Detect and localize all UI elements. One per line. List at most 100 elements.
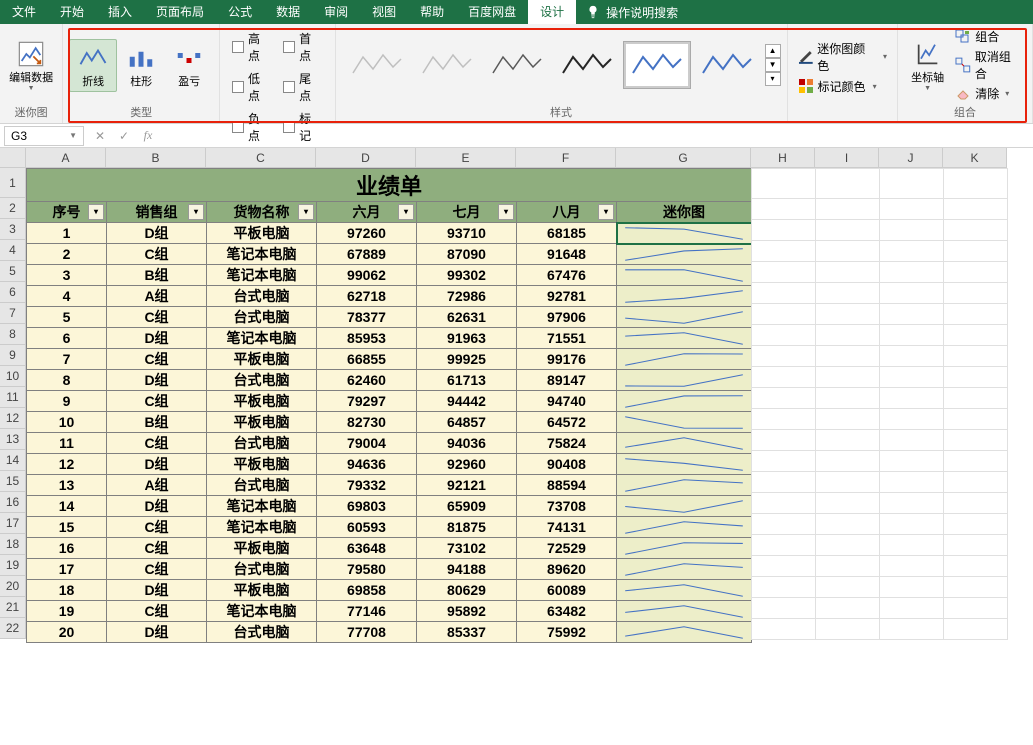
sparkline-cell[interactable] [617,265,752,286]
menu-tab-4[interactable]: 公式 [216,0,264,24]
row-header-12[interactable]: 12 [0,408,26,429]
gallery-up[interactable]: ▲ [765,44,781,58]
col-header-J[interactable]: J [879,148,943,168]
row-header-1[interactable]: 1 [0,168,26,198]
cancel-formula-button[interactable]: ✕ [88,129,112,143]
empty-cell[interactable] [944,199,1008,220]
empty-cell[interactable] [752,262,816,283]
filter-button[interactable]: ▾ [298,204,314,220]
empty-cell[interactable] [752,199,816,220]
empty-cell[interactable] [752,451,816,472]
group-button[interactable]: 组合 [955,28,1022,45]
empty-cell[interactable] [880,169,944,199]
empty-cell[interactable] [752,388,816,409]
empty-cell[interactable] [816,169,880,199]
col-header-I[interactable]: I [815,148,879,168]
empty-cell[interactable] [816,598,880,619]
sparkline-cell[interactable] [617,244,752,265]
empty-cell[interactable] [944,304,1008,325]
clear-button[interactable]: 清除▾ [955,85,1022,102]
style-option-1[interactable] [413,41,481,89]
empty-cell[interactable] [752,409,816,430]
menu-tab-5[interactable]: 数据 [264,0,312,24]
menu-tab-8[interactable]: 帮助 [408,0,456,24]
empty-cell[interactable] [944,430,1008,451]
empty-cell[interactable] [944,451,1008,472]
filter-button[interactable]: ▾ [188,204,204,220]
empty-cell[interactable] [880,514,944,535]
row-header-18[interactable]: 18 [0,534,26,555]
empty-cell[interactable] [880,262,944,283]
empty-cell[interactable] [752,514,816,535]
table-header[interactable]: 七月▾ [417,202,517,223]
table-header[interactable]: 销售组▾ [107,202,207,223]
checkbox-markers[interactable]: 标记 [283,110,322,144]
table-header[interactable]: 货物名称▾ [207,202,317,223]
sparkline-cell[interactable] [617,475,752,496]
col-header-F[interactable]: F [516,148,616,168]
empty-cell[interactable] [944,598,1008,619]
empty-cell[interactable] [752,535,816,556]
style-option-3[interactable] [553,41,621,89]
row-header-6[interactable]: 6 [0,282,26,303]
sparkline-cell[interactable] [617,328,752,349]
table-header[interactable]: 迷你图 [617,202,752,223]
sparkline-cell[interactable] [617,391,752,412]
empty-cell[interactable] [752,304,816,325]
empty-cell[interactable] [944,325,1008,346]
style-option-5[interactable] [693,41,761,89]
empty-cell[interactable] [944,619,1008,640]
row-header-22[interactable]: 22 [0,618,26,639]
empty-cell[interactable] [944,262,1008,283]
sparkline-cell[interactable] [617,601,752,622]
empty-cell[interactable] [816,388,880,409]
empty-cell[interactable] [816,262,880,283]
sparkline-cell[interactable] [617,433,752,454]
col-header-A[interactable]: A [26,148,106,168]
empty-cell[interactable] [880,199,944,220]
empty-cell[interactable] [816,514,880,535]
table-header[interactable]: 六月▾ [317,202,417,223]
empty-cell[interactable] [944,535,1008,556]
gallery-down[interactable]: ▼ [765,58,781,72]
row-header-17[interactable]: 17 [0,513,26,534]
sparkline-cell[interactable] [617,307,752,328]
tell-me-search[interactable]: 操作说明搜索 [576,4,688,21]
empty-cell[interactable] [752,577,816,598]
row-header-19[interactable]: 19 [0,555,26,576]
empty-cell[interactable] [880,577,944,598]
empty-cell[interactable] [880,220,944,241]
empty-cell[interactable] [816,346,880,367]
empty-cell[interactable] [880,304,944,325]
style-option-4[interactable] [623,41,691,89]
menu-tab-7[interactable]: 视图 [360,0,408,24]
empty-cell[interactable] [752,241,816,262]
col-header-G[interactable]: G [616,148,751,168]
row-header-13[interactable]: 13 [0,429,26,450]
empty-cell[interactable] [752,346,816,367]
col-header-B[interactable]: B [106,148,206,168]
empty-cell[interactable] [752,325,816,346]
sparkline-cell[interactable] [617,580,752,601]
empty-cell[interactable] [880,325,944,346]
empty-cell[interactable] [816,199,880,220]
empty-cell[interactable] [944,556,1008,577]
col-header-K[interactable]: K [943,148,1007,168]
empty-cell[interactable] [880,493,944,514]
empty-cell[interactable] [944,346,1008,367]
spreadsheet-grid[interactable]: ABCDEFGHIJK 1234567891011121314151617181… [0,148,1033,745]
empty-cell[interactable] [816,367,880,388]
row-header-3[interactable]: 3 [0,219,26,240]
col-header-H[interactable]: H [751,148,815,168]
sparkline-cell[interactable] [617,370,752,391]
sparkline-color-button[interactable]: 迷你图颜色▾ [798,40,887,74]
gallery-more[interactable]: ▾ [765,72,781,86]
axis-button[interactable]: 坐标轴 ▼ [904,36,951,94]
row-header-2[interactable]: 2 [0,198,26,219]
sparkline-cell[interactable] [617,349,752,370]
empty-cell[interactable] [944,169,1008,199]
table-header[interactable]: 序号▾ [27,202,107,223]
empty-cell[interactable] [816,535,880,556]
empty-cell[interactable] [944,367,1008,388]
row-header-7[interactable]: 7 [0,303,26,324]
